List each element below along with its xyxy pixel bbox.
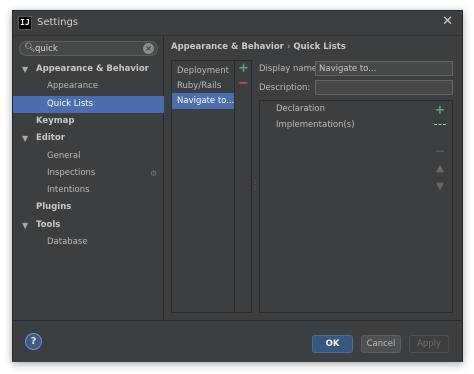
- tree-item-label: Database: [47, 237, 88, 247]
- apply-button[interactable]: Apply: [409, 335, 449, 353]
- project-settings-icon: ⚙: [149, 168, 157, 178]
- search-icon: 🔍︎: [24, 43, 36, 53]
- tree-item-general[interactable]: General: [13, 148, 164, 165]
- title-bar: IJ Settings ✕: [13, 11, 462, 36]
- settings-dialog: IJ Settings ✕ 🔍︎ × ▼ Appearance & Behavio…: [12, 10, 463, 362]
- tree-item-database[interactable]: Database: [13, 234, 164, 251]
- remove-quick-list-button[interactable]: −: [238, 77, 249, 91]
- cancel-button[interactable]: Cancel: [361, 335, 401, 353]
- tree-item-quick-lists[interactable]: Quick Lists: [13, 95, 164, 113]
- quick-list-item[interactable]: Navigate to...: [172, 93, 234, 109]
- move-up-icon[interactable]: ▲: [433, 163, 447, 174]
- settings-sidebar: 🔍︎ × ▼ Appearance & Behavior Appearance Qui…: [13, 36, 164, 320]
- tree-item-label: Keymap: [36, 115, 75, 126]
- quick-lists-list: Deployment Ruby/Rails Navigate to...: [171, 60, 235, 313]
- tree-item-label: Tools: [36, 219, 61, 230]
- breadcrumb-current: Quick Lists: [293, 42, 346, 52]
- tree-item-inspections[interactable]: Inspections ⚙: [13, 165, 164, 182]
- tree-item-label: Quick Lists: [47, 98, 94, 109]
- tree-item-label: Plugins: [36, 202, 72, 213]
- tree-item-keymap[interactable]: Keymap: [13, 113, 164, 130]
- splitter-handle[interactable]: · · · ·: [254, 177, 257, 194]
- clear-search-icon[interactable]: ×: [143, 43, 154, 54]
- ok-button[interactable]: OK: [312, 335, 353, 353]
- action-item[interactable]: Declaration: [276, 104, 325, 114]
- display-name-label: Display name:: [259, 64, 321, 74]
- search-input[interactable]: [35, 43, 135, 54]
- tree-item-label: Inspections: [47, 167, 96, 178]
- breadcrumb: Appearance & Behavior › Quick Lists: [171, 42, 346, 52]
- tree-item-label: Editor: [36, 133, 65, 144]
- intellij-logo-icon: IJ: [18, 16, 32, 30]
- breadcrumb-separator: ›: [286, 42, 291, 52]
- tree-item-label: General: [47, 150, 81, 161]
- window-title: Settings: [37, 17, 79, 28]
- description-label: Description:: [259, 83, 311, 93]
- actions-list: Declaration Implementation(s): [259, 100, 453, 313]
- tree-item-editor[interactable]: ▼ Editor: [13, 130, 164, 147]
- add-quick-list-button[interactable]: +: [238, 62, 249, 76]
- expand-arrow-icon[interactable]: ▼: [22, 130, 28, 147]
- dialog-footer: ? OK Cancel Apply: [13, 320, 462, 362]
- tree-item-plugins[interactable]: Plugins: [13, 199, 164, 216]
- tree-item-label: Appearance: [47, 81, 99, 92]
- quick-list-item[interactable]: Ruby/Rails: [172, 78, 234, 94]
- tree-item-tools[interactable]: ▼ Tools: [13, 217, 164, 234]
- quick-list-item[interactable]: Deployment: [172, 63, 234, 79]
- description-field[interactable]: [315, 80, 453, 95]
- help-button[interactable]: ?: [25, 333, 42, 350]
- add-action-button[interactable]: +: [433, 103, 447, 118]
- remove-action-button[interactable]: −: [433, 144, 447, 158]
- tree-item-label: Appearance & Behavior: [36, 64, 149, 74]
- close-button[interactable]: ✕: [442, 15, 453, 29]
- display-name-field[interactable]: [315, 61, 453, 76]
- tree-item-label: Intentions: [47, 185, 90, 196]
- search-box: 🔍︎ ×: [19, 41, 158, 56]
- breadcrumb-parent[interactable]: Appearance & Behavior: [171, 42, 284, 52]
- move-down-icon[interactable]: ▼: [433, 181, 447, 192]
- tree-item-appearance-behavior[interactable]: ▼ Appearance & Behavior: [13, 61, 164, 78]
- expand-arrow-icon[interactable]: ▼: [22, 217, 28, 234]
- tree-item-intentions[interactable]: Intentions: [13, 182, 164, 199]
- add-separator-button[interactable]: [434, 124, 446, 125]
- tree-item-appearance[interactable]: Appearance: [13, 78, 164, 95]
- quick-lists-toolbar: + −: [235, 60, 252, 313]
- expand-arrow-icon[interactable]: ▼: [22, 61, 28, 78]
- action-item[interactable]: Implementation(s): [276, 120, 355, 130]
